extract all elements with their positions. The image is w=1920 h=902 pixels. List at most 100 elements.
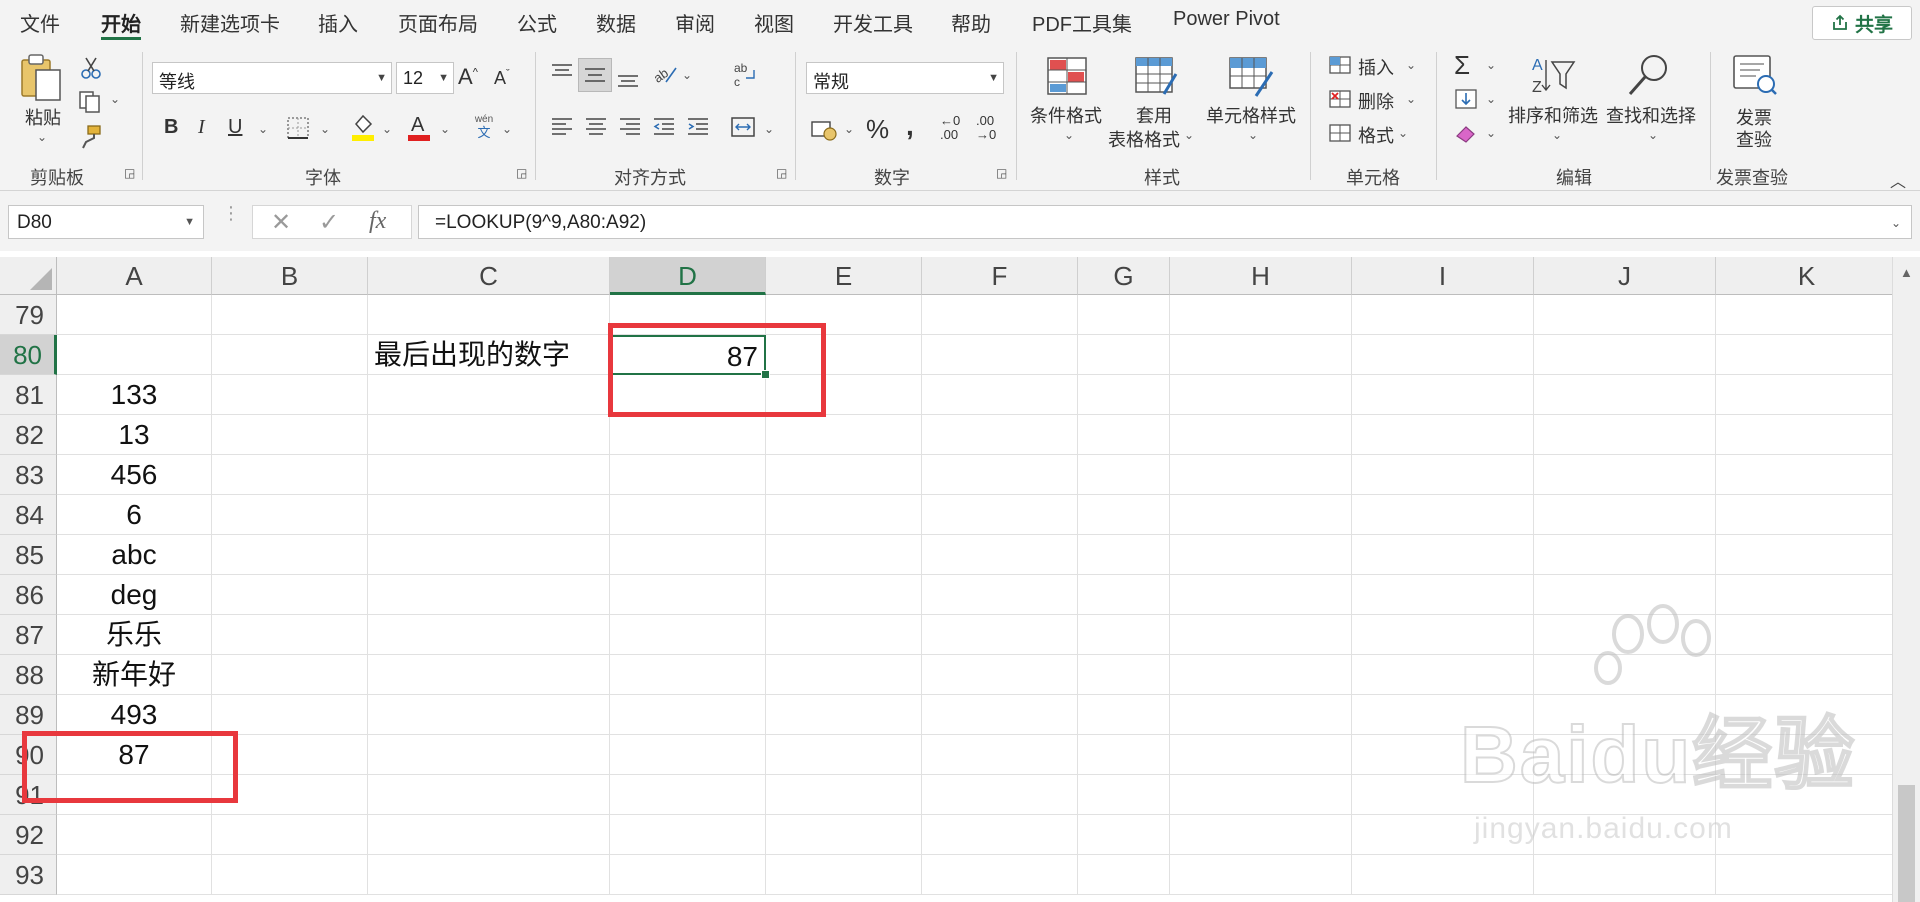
row-header[interactable]: 92 [0,815,57,855]
cell[interactable] [1534,815,1716,855]
format-cells-icon[interactable] [1328,122,1352,149]
column-header-b[interactable]: B [212,257,368,295]
cell[interactable] [1078,775,1170,815]
column-header-h[interactable]: H [1170,257,1352,295]
cell[interactable] [1716,335,1898,375]
tab-review[interactable]: 审阅 [675,8,715,37]
column-header-i[interactable]: I [1352,257,1534,295]
column-header-k[interactable]: K [1716,257,1898,295]
cell[interactable] [1078,375,1170,415]
cell[interactable] [1170,695,1352,735]
select-all-button[interactable] [0,257,57,295]
row-header[interactable]: 88 [0,655,57,695]
phonetic-dropdown-icon[interactable]: ⌄ [502,122,512,136]
cell[interactable] [922,335,1078,375]
cell[interactable] [1170,295,1352,335]
row-header[interactable]: 80 [0,335,57,375]
cell[interactable] [1170,335,1352,375]
row-header[interactable]: 82 [0,415,57,455]
cell[interactable] [212,535,368,575]
scrollbar-thumb[interactable] [1898,785,1915,902]
cell[interactable] [368,295,610,335]
cell[interactable] [922,695,1078,735]
cell[interactable] [1352,815,1534,855]
cell[interactable] [368,855,610,895]
cell[interactable] [1078,295,1170,335]
clear-icon[interactable] [1454,122,1478,149]
column-header-e[interactable]: E [766,257,922,295]
cell[interactable] [610,375,766,415]
cell[interactable] [1534,615,1716,655]
share-button[interactable]: 共享 [1812,6,1912,40]
tab-view[interactable]: 视图 [754,8,794,37]
cell[interactable] [1534,695,1716,735]
orientation-dropdown-icon[interactable]: ⌄ [682,68,692,82]
format-as-table-icon[interactable] [1134,56,1178,103]
column-header-a[interactable]: A [57,257,212,295]
cell[interactable] [368,535,610,575]
cell[interactable] [922,735,1078,775]
table-format-dropdown-icon[interactable]: ⌄ [1184,128,1194,142]
row-header[interactable]: 85 [0,535,57,575]
cell[interactable] [1352,455,1534,495]
cell[interactable] [1078,855,1170,895]
number-launcher-icon[interactable]: ◲ [996,166,1008,180]
cell[interactable] [1534,455,1716,495]
row-header[interactable]: 93 [0,855,57,895]
cell[interactable] [57,815,212,855]
format-as-table-label-2[interactable]: 表格格式 [1108,126,1180,152]
cell[interactable] [1716,775,1898,815]
cell[interactable] [1078,575,1170,615]
cell[interactable] [766,775,922,815]
cell[interactable] [1716,455,1898,495]
orientation-icon[interactable]: ab [651,62,678,91]
cell[interactable]: 87 [57,735,212,775]
column-header-c[interactable]: C [368,257,610,295]
cell[interactable] [1170,775,1352,815]
cell[interactable] [610,415,766,455]
cell[interactable] [922,855,1078,895]
scroll-up-icon[interactable]: ▲ [1900,265,1913,280]
increase-font-icon[interactable]: A^ [458,64,478,90]
cell[interactable] [766,455,922,495]
cell[interactable] [610,495,766,535]
clipboard-launcher-icon[interactable]: ◲ [124,166,136,180]
cell[interactable]: 456 [57,455,212,495]
invoice-check-label-2[interactable]: 查验 [1736,126,1772,152]
cell[interactable] [1716,735,1898,775]
cell[interactable] [766,615,922,655]
cell-styles-icon[interactable] [1228,56,1274,103]
increase-indent-icon[interactable] [686,116,710,143]
cell[interactable] [1534,495,1716,535]
cell[interactable] [1352,695,1534,735]
cell[interactable] [1170,495,1352,535]
conditional-dropdown-icon[interactable]: ⌄ [1064,128,1074,142]
cell[interactable] [1716,815,1898,855]
border-dropdown-icon[interactable]: ⌄ [320,122,330,136]
percent-icon[interactable]: % [866,114,889,145]
fill-dropdown-icon[interactable]: ⌄ [1486,92,1496,106]
cell-styles-dropdown-icon[interactable]: ⌄ [1248,128,1258,142]
vertical-scrollbar[interactable]: ▲ [1892,257,1920,902]
row-header[interactable]: 79 [0,295,57,335]
conditional-format-icon[interactable] [1046,56,1088,101]
cell[interactable] [57,335,212,375]
cell[interactable] [1716,695,1898,735]
cell[interactable] [766,695,922,735]
cell[interactable] [368,735,610,775]
cell[interactable] [1170,415,1352,455]
autosum-dropdown-icon[interactable]: ⌄ [1486,58,1496,72]
font-color-dropdown-icon[interactable]: ⌄ [440,122,450,136]
cell[interactable] [1352,335,1534,375]
cell[interactable] [1170,615,1352,655]
cell[interactable] [212,415,368,455]
accounting-format-icon[interactable] [810,116,838,147]
cell[interactable] [1716,535,1898,575]
row-header[interactable]: 91 [0,775,57,815]
cell[interactable] [212,855,368,895]
format-as-table-label-1[interactable]: 套用 [1136,102,1172,128]
cell[interactable] [368,495,610,535]
align-left-icon[interactable] [550,116,574,143]
cell[interactable] [368,415,610,455]
cell[interactable] [922,615,1078,655]
